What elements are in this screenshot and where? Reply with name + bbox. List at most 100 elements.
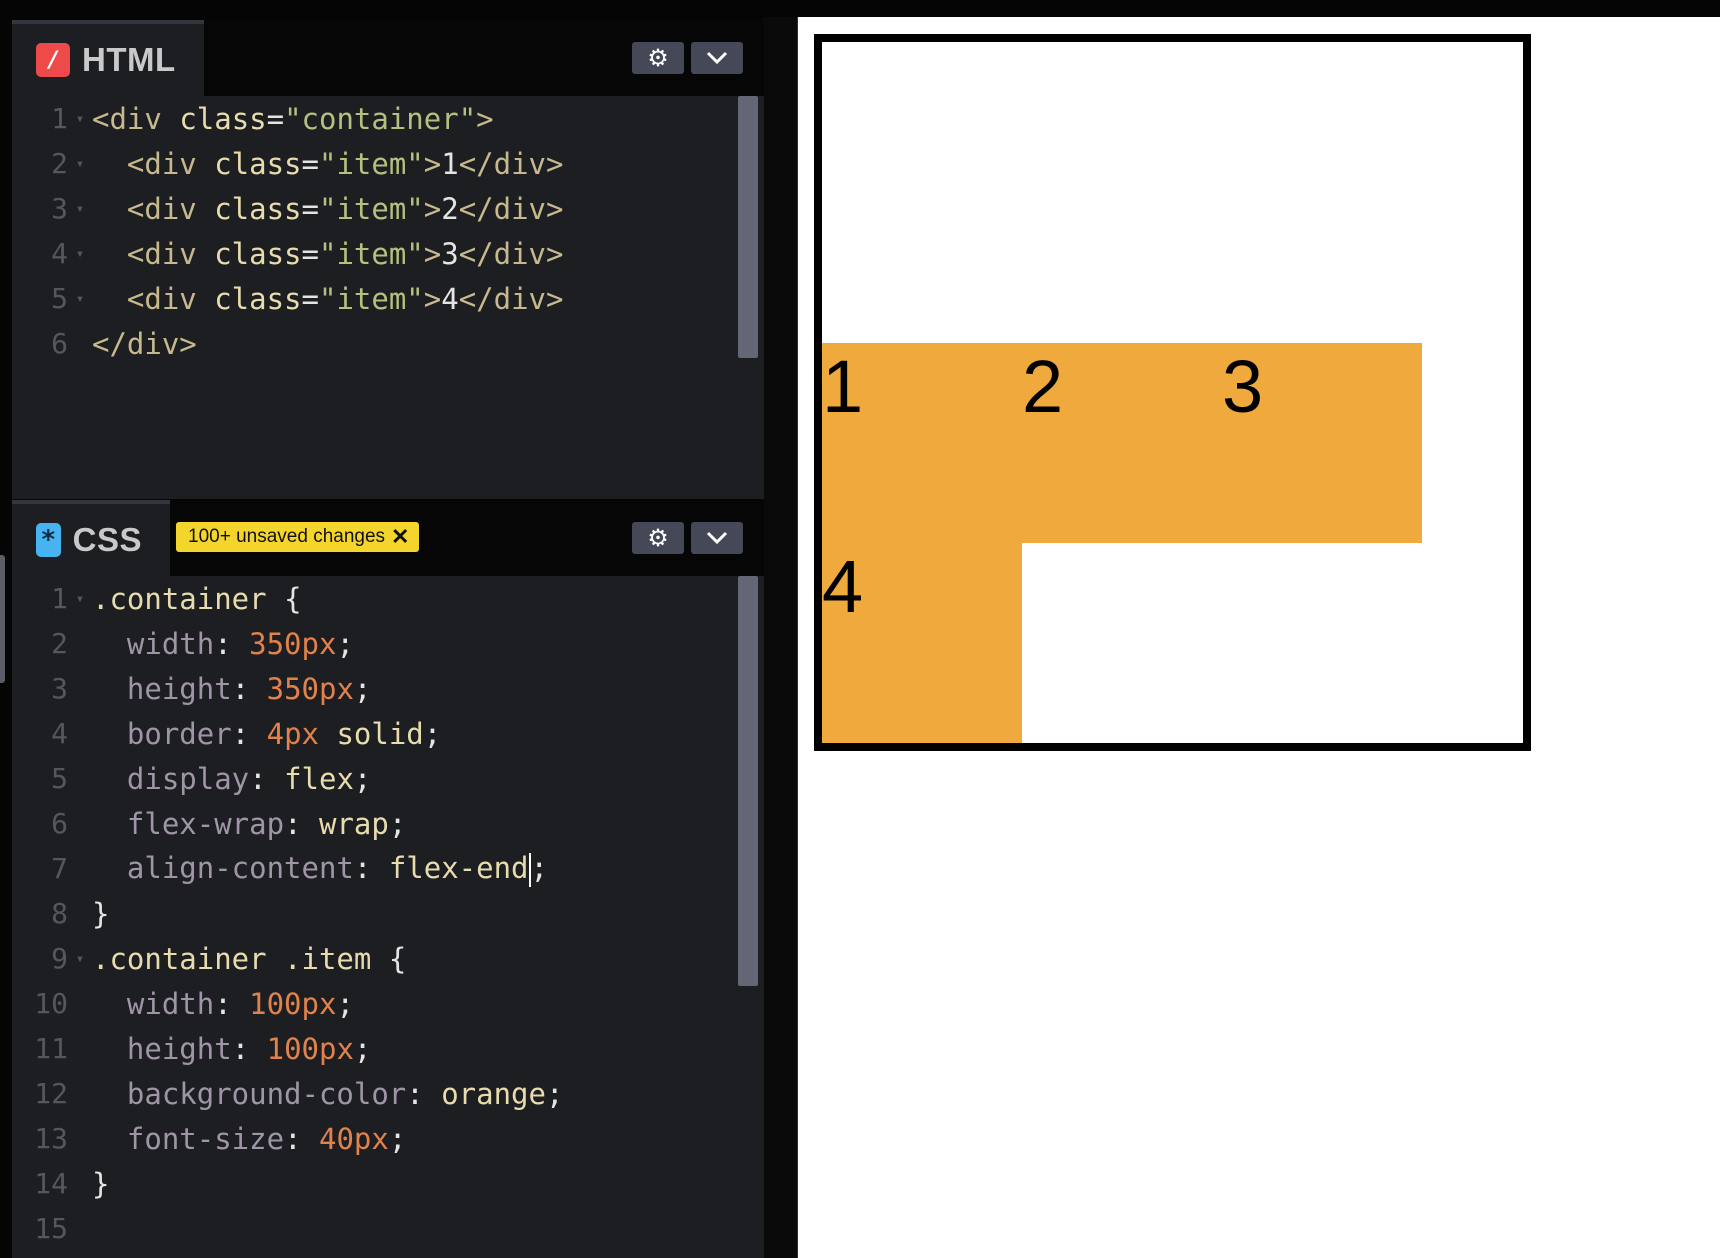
code-line[interactable]: 5 ▾ <div class="item">4</div> (12, 276, 764, 321)
code-token: </div> (458, 236, 564, 271)
code-text: <div class="item">1</div> (92, 146, 564, 181)
code-text: <div class="container"> (92, 102, 494, 136)
code-line[interactable]: 4 border: 4px solid; (12, 711, 764, 756)
code-token: height (92, 1031, 232, 1066)
chevron-down-icon (706, 51, 728, 65)
code-line[interactable]: 2 ▾ <div class="item">1</div> (12, 141, 764, 186)
code-line[interactable]: 1 ▾ <div class="container"> (12, 96, 764, 141)
line-number: 3 (51, 672, 68, 705)
code-token: </div> (92, 326, 197, 361)
html-code-area[interactable]: 1 ▾ <div class="container"> 2 ▾ <div class="… (12, 96, 764, 499)
code-token: : (214, 626, 250, 661)
code-line[interactable]: 2 width: 350px; (12, 621, 764, 666)
html-tab-label: HTML (82, 41, 176, 78)
code-line[interactable]: 15 (12, 1206, 764, 1251)
css-editor: * CSS 100+ unsaved changes ✕ ⚙ 1 ▾ .contai… (12, 500, 764, 1258)
line-number: 3 (51, 192, 68, 225)
tab-html[interactable]: / HTML (12, 20, 204, 96)
code-token: flex-end (388, 850, 529, 885)
line-number: 2 (51, 147, 68, 180)
fold-arrow-icon[interactable]: ▾ (68, 591, 92, 607)
line-number: 1 (51, 582, 68, 615)
css-tab-label: CSS (72, 521, 142, 558)
code-token: orange (441, 1076, 546, 1111)
tab-css[interactable]: * CSS (12, 500, 170, 576)
code-text: } (92, 1167, 109, 1201)
code-token: > (423, 191, 442, 226)
css-settings-button[interactable]: ⚙ (632, 522, 684, 554)
code-token: 100px (266, 1031, 354, 1066)
css-collapse-button[interactable] (691, 522, 743, 554)
code-token: } (92, 1166, 110, 1201)
code-line[interactable]: 12 background-color: orange; (12, 1071, 764, 1116)
html-collapse-button[interactable] (691, 42, 743, 74)
code-token: : (284, 1121, 319, 1156)
code-token: </div> (458, 191, 564, 226)
top-bar (0, 0, 1720, 17)
line-number: 2 (51, 627, 68, 660)
fold-arrow-icon[interactable]: ▾ (68, 201, 92, 217)
unsaved-changes-badge[interactable]: 100+ unsaved changes ✕ (176, 522, 420, 552)
code-token: > (423, 281, 442, 316)
code-text: width: 350px; (92, 627, 354, 661)
html-settings-button[interactable]: ⚙ (632, 42, 684, 74)
code-line[interactable]: 3 ▾ <div class="item">2</div> (12, 186, 764, 231)
html-scrollbar[interactable] (738, 96, 758, 358)
code-token: 4 (441, 281, 459, 316)
close-icon[interactable]: ✕ (391, 526, 409, 548)
code-line[interactable]: 4 ▾ <div class="item">3</div> (12, 231, 764, 276)
code-line[interactable]: 8} (12, 891, 764, 936)
code-line[interactable]: 14} (12, 1161, 764, 1206)
gear-icon: ⚙ (647, 524, 669, 552)
line-number: 5 (51, 282, 68, 315)
fold-arrow-icon[interactable]: ▾ (68, 291, 92, 307)
css-code-area[interactable]: 1 ▾ .container {2 width: 350px; 3 height: 3… (12, 576, 764, 1258)
code-line[interactable]: 3 height: 350px; (12, 666, 764, 711)
code-line[interactable]: 6 </div> (12, 321, 764, 366)
resize-handle[interactable] (0, 555, 5, 683)
code-token: ; (353, 761, 372, 796)
fold-arrow-icon[interactable]: ▾ (68, 111, 92, 127)
code-token: : (231, 671, 267, 706)
code-token: ; (530, 850, 548, 885)
code-token: class (214, 146, 302, 181)
code-token: = (301, 146, 319, 181)
code-token: class (214, 236, 302, 271)
code-text: </div> (92, 327, 197, 361)
code-token: : (231, 716, 267, 751)
css-scrollbar[interactable] (738, 576, 758, 986)
code-line[interactable]: 10 width: 100px; (12, 981, 764, 1026)
line-number: 1 (51, 102, 68, 135)
html-editor-header: / HTML ⚙ (12, 20, 764, 96)
css-editor-header: * CSS 100+ unsaved changes ✕ ⚙ (12, 500, 764, 576)
code-line[interactable]: 6 flex-wrap: wrap; (12, 801, 764, 846)
code-token: 2 (441, 191, 459, 226)
chevron-down-icon (706, 531, 728, 545)
code-line[interactable]: 5 display: flex; (12, 756, 764, 801)
pane-resizer[interactable] (762, 17, 798, 1258)
code-text: <div class="item">3</div> (92, 236, 564, 271)
code-line[interactable]: 13 font-size: 40px; (12, 1116, 764, 1161)
code-token: width (92, 626, 215, 661)
code-token: 40px (318, 1121, 389, 1156)
code-token: 350px (249, 626, 337, 661)
line-number: 11 (34, 1032, 68, 1065)
code-line[interactable]: 1 ▾ .container { (12, 576, 764, 621)
preview-pane: 1234 (798, 17, 1720, 1258)
code-line[interactable]: 7 align-content: flex-end; (12, 846, 764, 891)
code-text: width: 100px; (92, 987, 354, 1021)
fold-arrow-icon[interactable]: ▾ (68, 156, 92, 172)
line-number: 9 (51, 942, 68, 975)
code-token: : (249, 761, 285, 796)
code-token: font-size (92, 1121, 285, 1156)
code-token: "container" (284, 101, 477, 136)
fold-arrow-icon[interactable]: ▾ (68, 951, 92, 967)
code-line[interactable]: 9 ▾ .container .item { (12, 936, 764, 981)
code-line[interactable]: 11 height: 100px; (12, 1026, 764, 1071)
line-number: 5 (51, 762, 68, 795)
fold-arrow-icon[interactable]: ▾ (68, 246, 92, 262)
code-token: ; (353, 671, 372, 706)
line-number: 4 (51, 237, 68, 270)
code-text: display: flex; (92, 762, 371, 796)
code-token: </div> (458, 146, 564, 181)
